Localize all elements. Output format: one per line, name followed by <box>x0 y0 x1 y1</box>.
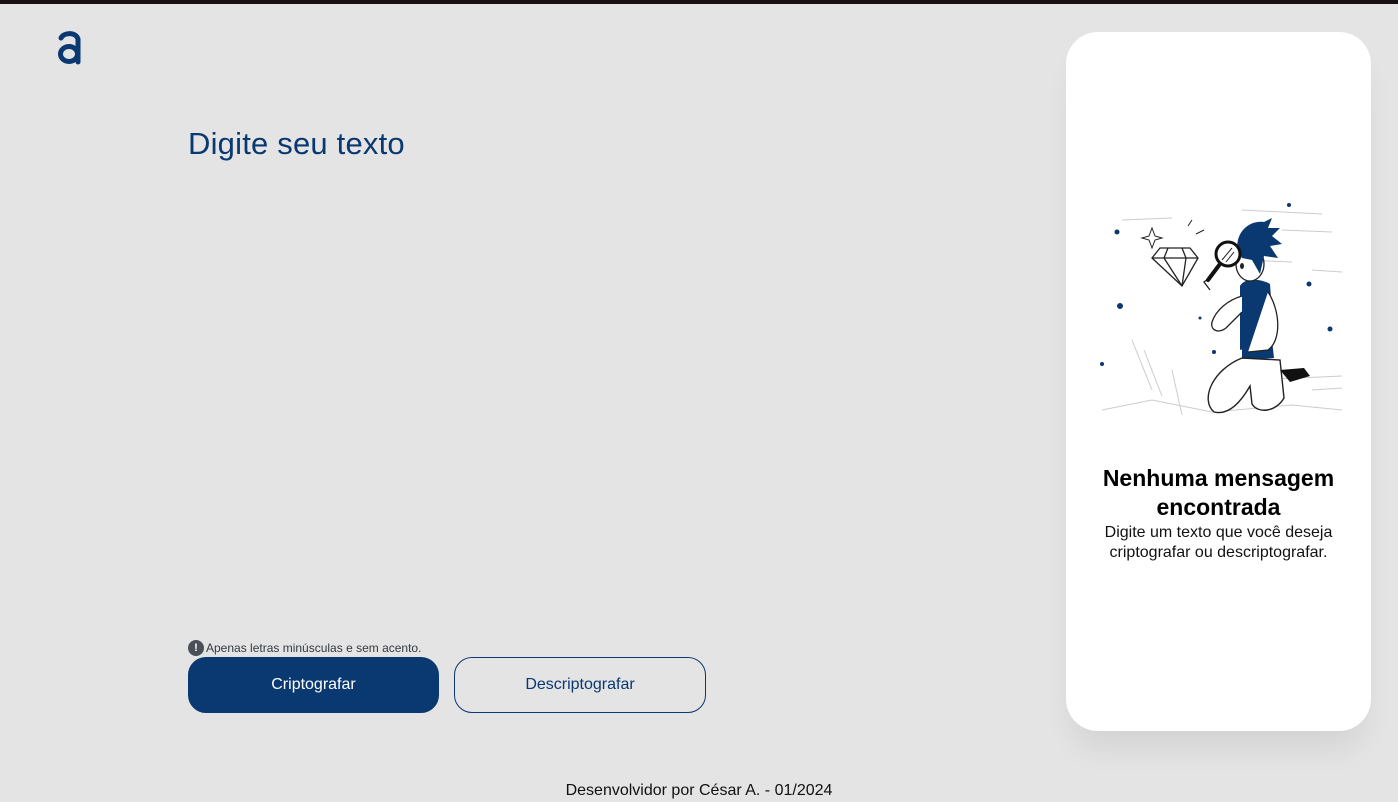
empty-message-title: Nenhuma mensagem encontrada <box>1102 465 1335 520</box>
person-magnifying-glass-illustration <box>1100 203 1343 416</box>
alura-logo-icon[interactable] <box>56 30 84 68</box>
encrypt-button[interactable]: Criptografar <box>188 657 439 713</box>
text-input[interactable] <box>188 180 988 620</box>
output-panel: Nenhuma mensagem encontrada Digite um te… <box>1066 32 1371 731</box>
footer-credit: Desenvolvidor por César A. - 01/2024 <box>565 782 833 799</box>
input-hint: ! Apenas letras minúsculas e sem acento. <box>188 640 421 656</box>
empty-message-subtitle: Digite um texto que você deseja criptogr… <box>1104 524 1333 561</box>
top-border <box>0 0 1398 4</box>
exclamation-circle-icon: ! <box>188 640 204 656</box>
hint-text: Apenas letras minúsculas e sem acento. <box>206 641 422 655</box>
page-title: Digite seu texto <box>188 126 405 161</box>
decrypt-button[interactable]: Descriptografar <box>454 657 706 713</box>
